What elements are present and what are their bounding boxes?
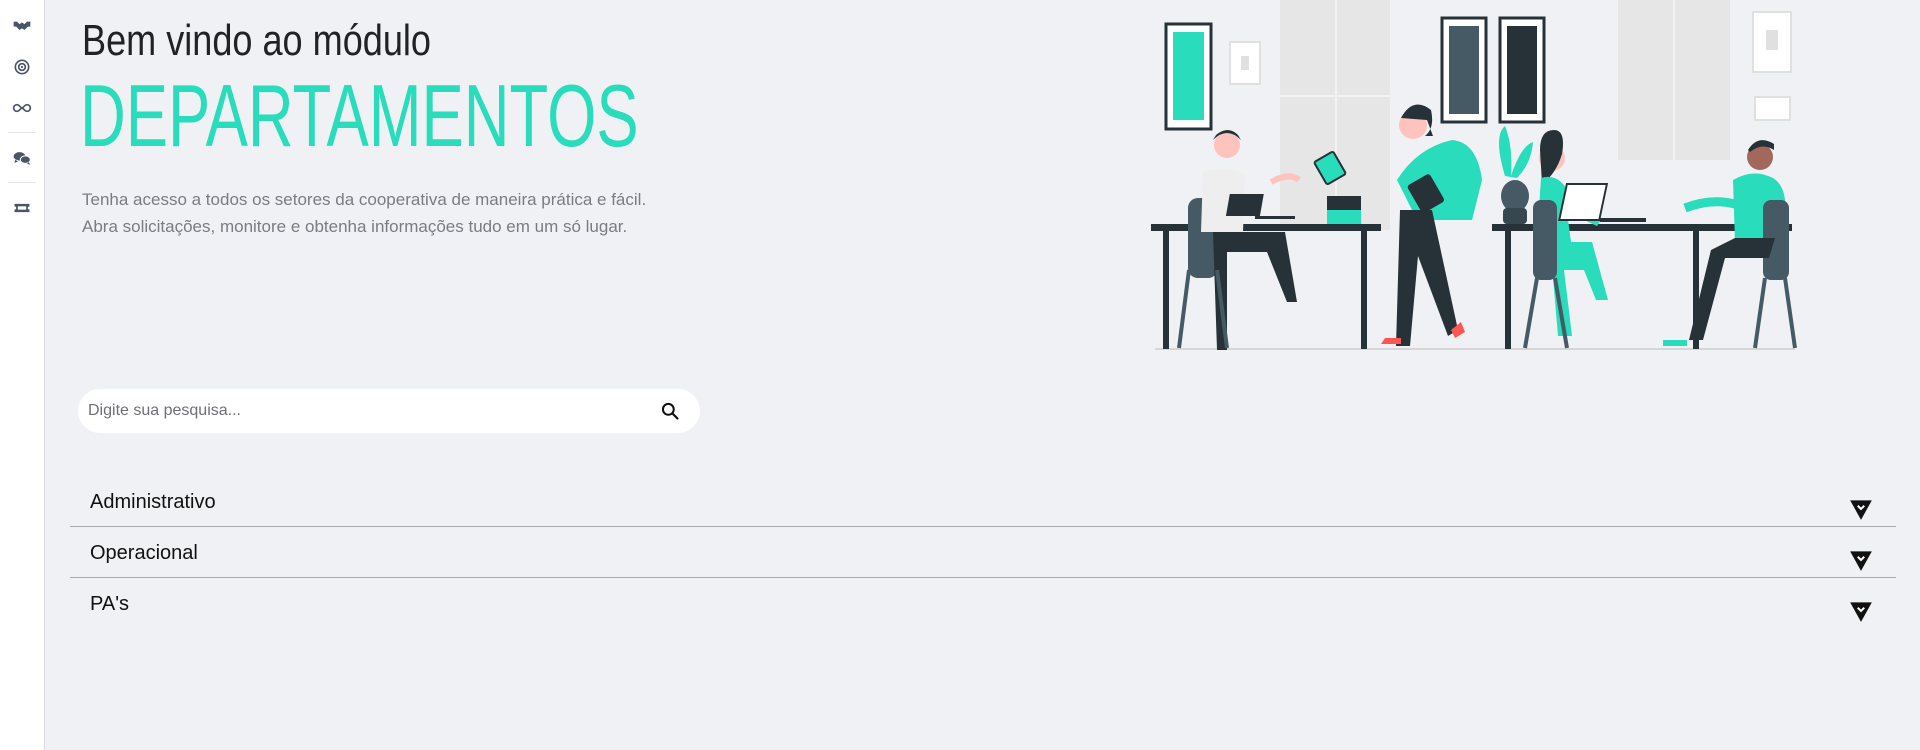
sidebar-item-tickets[interactable] bbox=[8, 194, 36, 222]
search-input[interactable] bbox=[88, 391, 648, 431]
search-icon[interactable] bbox=[660, 401, 680, 421]
office-team-illustration bbox=[1151, 0, 1797, 350]
sidebar-item-integrations[interactable] bbox=[8, 94, 36, 122]
infinity-icon bbox=[12, 103, 32, 113]
handshake-icon bbox=[13, 21, 31, 30]
hero-description: Tenha acesso a todos os setores da coope… bbox=[82, 186, 646, 240]
accordion-item-operacional[interactable]: Operacional bbox=[70, 527, 1896, 578]
chevron-down-icon[interactable] bbox=[1848, 496, 1874, 522]
sidebar bbox=[0, 0, 45, 750]
ticket-icon bbox=[14, 203, 30, 213]
sidebar-item-partners[interactable] bbox=[8, 11, 36, 39]
accordion-item-administrativo[interactable]: Administrativo bbox=[70, 476, 1896, 527]
chevron-down-icon[interactable] bbox=[1848, 547, 1874, 573]
sidebar-item-goals[interactable] bbox=[8, 53, 36, 81]
accordion-label: Administrativo bbox=[90, 491, 216, 513]
accordion-label: PA's bbox=[90, 593, 130, 615]
departments-accordion: Administrativo Operacional PA's bbox=[70, 476, 1896, 629]
accordion-item-pas[interactable]: PA's bbox=[70, 578, 1896, 629]
description-line-2: Abra solicitações, monitore e obtenha in… bbox=[82, 217, 628, 236]
target-icon bbox=[14, 59, 30, 75]
description-line-1: Tenha acesso a todos os setores da coope… bbox=[82, 190, 647, 209]
search-bar bbox=[78, 389, 700, 433]
sidebar-item-chat[interactable] bbox=[8, 144, 36, 172]
chat-bubbles-icon bbox=[13, 152, 31, 165]
chevron-down-icon[interactable] bbox=[1848, 598, 1874, 624]
accordion-label: Operacional bbox=[90, 542, 198, 564]
welcome-heading: Bem vindo ao módulo bbox=[82, 16, 431, 65]
module-title: DEPARTAMENTOS bbox=[80, 66, 639, 165]
